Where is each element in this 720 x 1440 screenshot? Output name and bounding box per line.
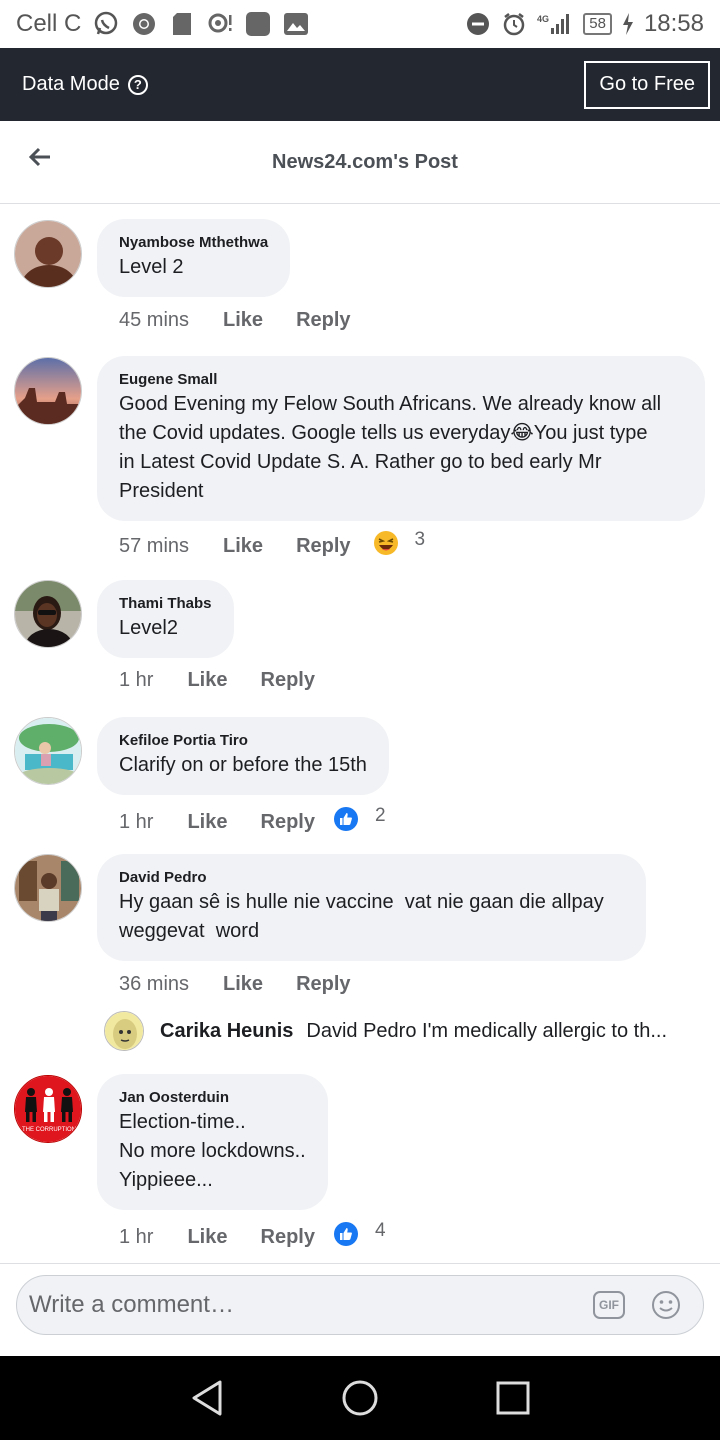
like-button[interactable]: Like [187, 1226, 227, 1249]
comment-actions: 57 mins Like Reply 3 [119, 529, 426, 562]
help-icon[interactable]: ? [127, 74, 148, 95]
comment-actions: 36 mins Like Reply [119, 973, 351, 996]
comment-text-line: the Covid updates. Google tells us every… [119, 422, 648, 444]
post-header: News24.com's Post [0, 121, 720, 204]
avatar[interactable] [14, 854, 82, 922]
clock-time: 18:58 [643, 10, 704, 37]
like-button[interactable]: Like [223, 309, 263, 332]
whatsapp-icon [93, 11, 119, 37]
reply-button[interactable]: Reply [296, 309, 350, 332]
page-title: News24.com's Post [272, 150, 458, 173]
comment-time: 36 mins [119, 973, 190, 995]
like-button[interactable]: Like [223, 535, 263, 558]
comment-author[interactable]: David Pedro [119, 868, 624, 888]
comment-bubble[interactable]: Jan Oosterduin Election-time.. No more l… [97, 1074, 328, 1210]
comment-composer: GIF [0, 1263, 720, 1356]
location-scan-icon [207, 11, 233, 37]
recents-square-icon[interactable] [491, 1376, 535, 1420]
reaction-count: 4 [374, 1220, 386, 1241]
comment-input[interactable] [29, 1291, 593, 1319]
comment-time: 1 hr [119, 810, 154, 833]
reply-button[interactable]: Reply [296, 973, 350, 996]
comment-author[interactable]: Jan Oosterduin [119, 1088, 306, 1108]
avatar-caption: THE CORRUPTION [22, 1127, 76, 1133]
chrome-icon [131, 11, 157, 37]
comment-time: 1 hr [119, 669, 154, 691]
comment-bubble[interactable]: Thami Thabs Level2 [97, 580, 234, 658]
comment-text-line: Good Evening my Felow South Africans. We… [119, 393, 662, 415]
back-arrow-icon[interactable] [28, 145, 56, 173]
alarm-icon [501, 11, 527, 37]
thumbs-up-icon [333, 806, 359, 838]
comment-bubble[interactable]: Kefiloe Portia Tiro Clarify on or before… [97, 717, 389, 795]
comment-text: Level2 [119, 617, 178, 639]
carrier-label: Cell C [16, 10, 82, 37]
comment-input-box[interactable]: GIF [16, 1275, 704, 1335]
avatar[interactable]: THE CORRUPTION [14, 1075, 82, 1143]
charging-icon [622, 11, 634, 37]
android-nav-bar [0, 1356, 720, 1440]
data-mode-label: Data Mode [22, 73, 120, 95]
comment-author[interactable]: Thami Thabs [119, 594, 212, 614]
comment-actions: 1 hr Like Reply [119, 669, 315, 692]
comment-time: 57 mins [119, 534, 190, 557]
reply-preview[interactable]: Carika Heunis David Pedro I'm medically … [104, 1011, 694, 1051]
go-to-free-button[interactable]: Go to Free [584, 60, 710, 109]
reaction-count: 3 [414, 529, 426, 550]
comment-text: Level 2 [119, 256, 184, 278]
comment-time: 45 mins [119, 309, 190, 331]
comment-author[interactable]: Kefiloe Portia Tiro [119, 731, 367, 751]
reply-button[interactable]: Reply [296, 535, 350, 558]
comment-bubble[interactable]: David Pedro Hy gaan sê is hulle nie vacc… [97, 854, 646, 961]
reply-button[interactable]: Reply [261, 811, 315, 834]
do-not-disturb-icon [465, 11, 491, 37]
comment-text-line: Election-time.. [119, 1111, 246, 1133]
comment-text-line: President [119, 480, 204, 502]
svg-text:4G: 4G [537, 14, 549, 24]
like-button[interactable]: Like [223, 973, 263, 996]
comment-text-line: Hy gaan sê is hulle nie vaccine vat nie … [119, 891, 604, 913]
avatar[interactable] [14, 717, 82, 785]
comment-text-line: weggevat word [119, 920, 260, 942]
sd-card-icon [169, 11, 195, 37]
back-triangle-icon[interactable] [185, 1376, 229, 1420]
home-circle-icon[interactable] [338, 1376, 382, 1420]
smiley-icon[interactable] [651, 1290, 681, 1320]
reply-author[interactable]: Carika Heunis [160, 1020, 293, 1043]
comment-text-line: in Latest Covid Update S. A. Rather go t… [119, 451, 602, 473]
gif-icon[interactable]: GIF [593, 1291, 625, 1319]
avatar[interactable] [104, 1011, 144, 1051]
battery-level: 58 [583, 13, 612, 35]
comment-text: Clarify on or before the 15th [119, 754, 367, 776]
reaction-summary[interactable]: 4 [333, 1220, 386, 1253]
like-button[interactable]: Like [187, 669, 227, 692]
avatar[interactable] [14, 357, 82, 425]
comment-actions: 1 hr Like Reply 2 [119, 805, 386, 838]
comment-time: 1 hr [119, 1225, 154, 1248]
avatar[interactable] [14, 220, 82, 288]
like-button[interactable]: Like [187, 811, 227, 834]
reaction-summary[interactable]: 3 [373, 529, 426, 562]
status-bar: Cell C 4G 58 18:58 [0, 0, 720, 48]
comment-actions: 45 mins Like Reply [119, 309, 351, 332]
data-mode-bar: Data Mode ? Go to Free [0, 48, 720, 121]
reply-text: David Pedro I'm medically allergic to th… [306, 1019, 668, 1042]
reaction-count: 2 [374, 805, 386, 826]
comment-text-line: Yippieee... [119, 1169, 213, 1191]
signal-icon: 4G [537, 11, 573, 37]
comment-bubble[interactable]: Nyambose Mthethwa Level 2 [97, 219, 291, 297]
thumbs-up-icon [333, 1221, 359, 1253]
avatar[interactable] [14, 580, 82, 648]
laugh-emoji-icon [373, 530, 399, 562]
comment-bubble[interactable]: Eugene Small Good Evening my Felow South… [97, 356, 705, 521]
reply-button[interactable]: Reply [261, 669, 315, 692]
comment-author[interactable]: Eugene Small [119, 370, 683, 390]
gallery-icon [283, 11, 309, 37]
app-square-icon [245, 11, 271, 37]
comment-actions: 1 hr Like Reply 4 [119, 1220, 386, 1253]
comment-author[interactable]: Nyambose Mthethwa [119, 233, 268, 253]
comment-text-line: No more lockdowns.. [119, 1140, 306, 1162]
reply-button[interactable]: Reply [261, 1226, 315, 1249]
reaction-summary[interactable]: 2 [333, 805, 386, 838]
